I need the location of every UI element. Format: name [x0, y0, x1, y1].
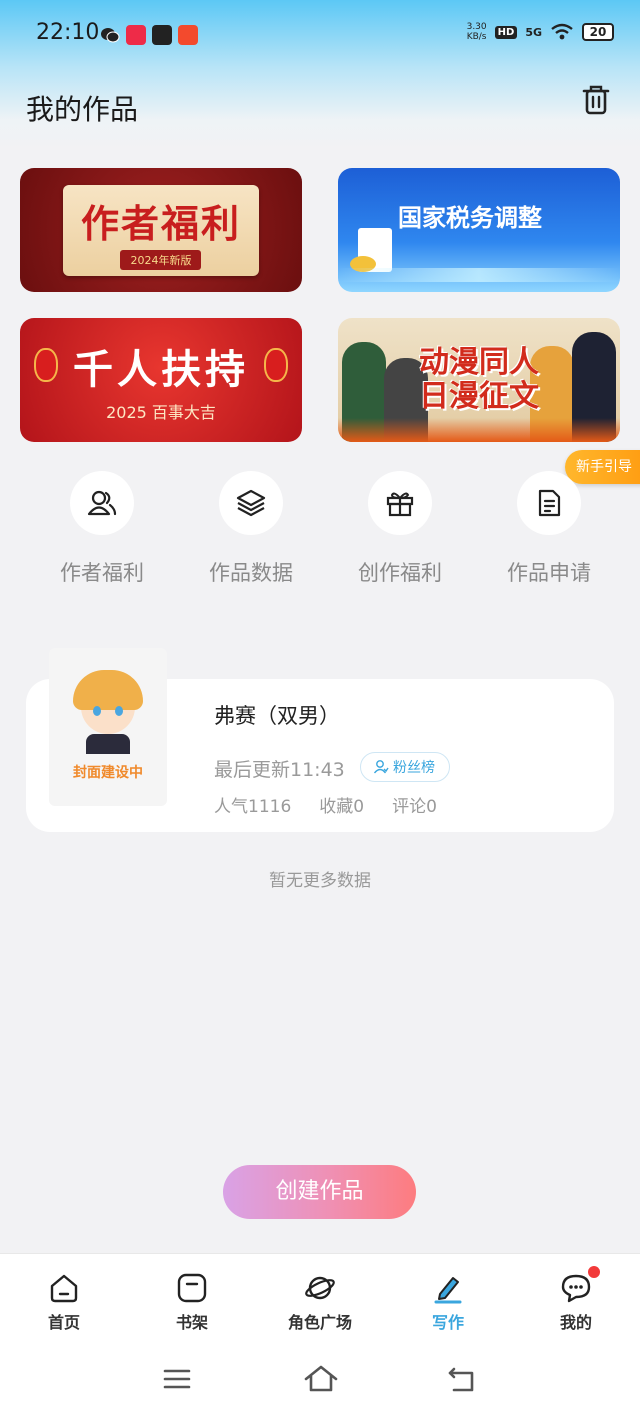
banner-scroll: 作者福利 2024年新版 [62, 184, 259, 276]
popularity-count: 人气1116 [214, 797, 292, 817]
pen-icon [432, 1272, 464, 1304]
nav-label: 首页 [47, 1313, 80, 1332]
work-updated-time: 最后更新11:43 [214, 759, 345, 781]
home-button-icon[interactable] [303, 1363, 338, 1395]
quick-action-author-welfare[interactable]: 作者福利 [27, 471, 177, 587]
cover-character [73, 670, 143, 734]
lantern-icon [34, 348, 58, 382]
hd-icon: HD [494, 25, 518, 39]
quick-action-label: 作品申请 [507, 561, 591, 585]
wifi-icon [551, 23, 573, 40]
favorites-count: 收藏0 [319, 797, 365, 817]
document-icon [517, 471, 581, 535]
banner-tax-adjustment[interactable]: 国家税务调整 [338, 168, 620, 292]
nav-label: 书架 [175, 1313, 208, 1332]
quick-action-label: 作者福利 [60, 561, 144, 585]
app-notification-icon [126, 25, 146, 45]
layers-icon [219, 471, 283, 535]
banner-author-welfare[interactable]: 作者福利 2024年新版 [20, 168, 302, 292]
comments-count: 评论0 [392, 797, 437, 817]
message-icon [560, 1266, 600, 1304]
banner-anime-contest[interactable]: 动漫同人 日漫征文 [338, 318, 620, 442]
banner-title: 作者福利 [80, 200, 241, 246]
network-speed: 3.30 KB/s [466, 22, 487, 42]
quick-action-work-application[interactable]: 作品申请 [474, 471, 624, 587]
lantern-icon [264, 348, 288, 382]
notification-badge [588, 1266, 600, 1278]
mail-app-icon [152, 25, 172, 45]
nav-item-character-plaza[interactable]: 角色广场 [256, 1254, 384, 1346]
work-title: 弗赛（双男） [214, 704, 340, 728]
nav-label: 角色广场 [287, 1313, 352, 1332]
quick-action-creation-welfare[interactable]: 创作福利 [325, 471, 475, 587]
cover-text: 封面建设中 [73, 765, 143, 781]
nav-item-mine[interactable]: 我的 [512, 1254, 640, 1346]
fan-rank-label: 粉丝榜 [393, 760, 435, 776]
status-time: 22:10 [36, 20, 100, 45]
bookshelf-icon [176, 1272, 208, 1304]
banner-title: 动漫同人 日漫征文 [419, 345, 539, 414]
banner-subtitle: 2025 百事大吉 [106, 403, 216, 422]
trash-icon[interactable] [578, 82, 614, 118]
nav-label: 我的 [559, 1313, 592, 1332]
fire-decoration [338, 418, 620, 442]
user-icon [373, 760, 389, 774]
glow-decoration [338, 268, 620, 282]
fan-rank-button[interactable]: 粉丝榜 [360, 752, 450, 782]
work-stats: 人气1116 收藏0 评论0 [214, 792, 437, 817]
wechat-icon [100, 25, 120, 45]
page-title: 我的作品 [26, 93, 139, 126]
signal-icon: 5G [525, 25, 542, 39]
nav-item-bookshelf[interactable]: 书架 [128, 1254, 256, 1346]
no-more-data-text: 暂无更多数据 [269, 871, 371, 891]
cover-character-body [86, 734, 130, 754]
back-icon[interactable] [446, 1363, 478, 1395]
system-nav-bar [0, 1345, 640, 1415]
status-bar: 22:10 3.30 KB/s HD 5G 20 [0, 0, 640, 70]
nav-item-home[interactable]: 首页 [0, 1254, 128, 1346]
bottom-nav: 首页 书架 角色广场 写作 我的 [0, 1253, 640, 1345]
planet-icon [304, 1272, 336, 1304]
banner-support-program[interactable]: 千人扶持 2025 百事大吉 [20, 318, 302, 442]
quick-action-work-data[interactable]: 作品数据 [176, 471, 326, 587]
menu-icon[interactable] [161, 1363, 193, 1395]
battery-icon: 20 [582, 23, 614, 41]
work-cover[interactable]: 封面建设中 [49, 648, 167, 806]
quick-action-label: 作品数据 [209, 561, 293, 585]
users-icon [70, 471, 134, 535]
home-icon [48, 1272, 80, 1304]
create-work-button[interactable]: 创建作品 [223, 1165, 416, 1219]
banner-subtitle: 2024年新版 [120, 249, 202, 270]
quick-action-label: 创作福利 [358, 561, 442, 585]
gift-icon [368, 471, 432, 535]
taobao-icon [178, 25, 198, 45]
nav-label: 写作 [431, 1313, 464, 1332]
banner-title: 国家税务调整 [398, 203, 542, 232]
nav-item-write[interactable]: 写作 [384, 1254, 512, 1346]
banner-title: 千人扶持 [73, 347, 249, 393]
